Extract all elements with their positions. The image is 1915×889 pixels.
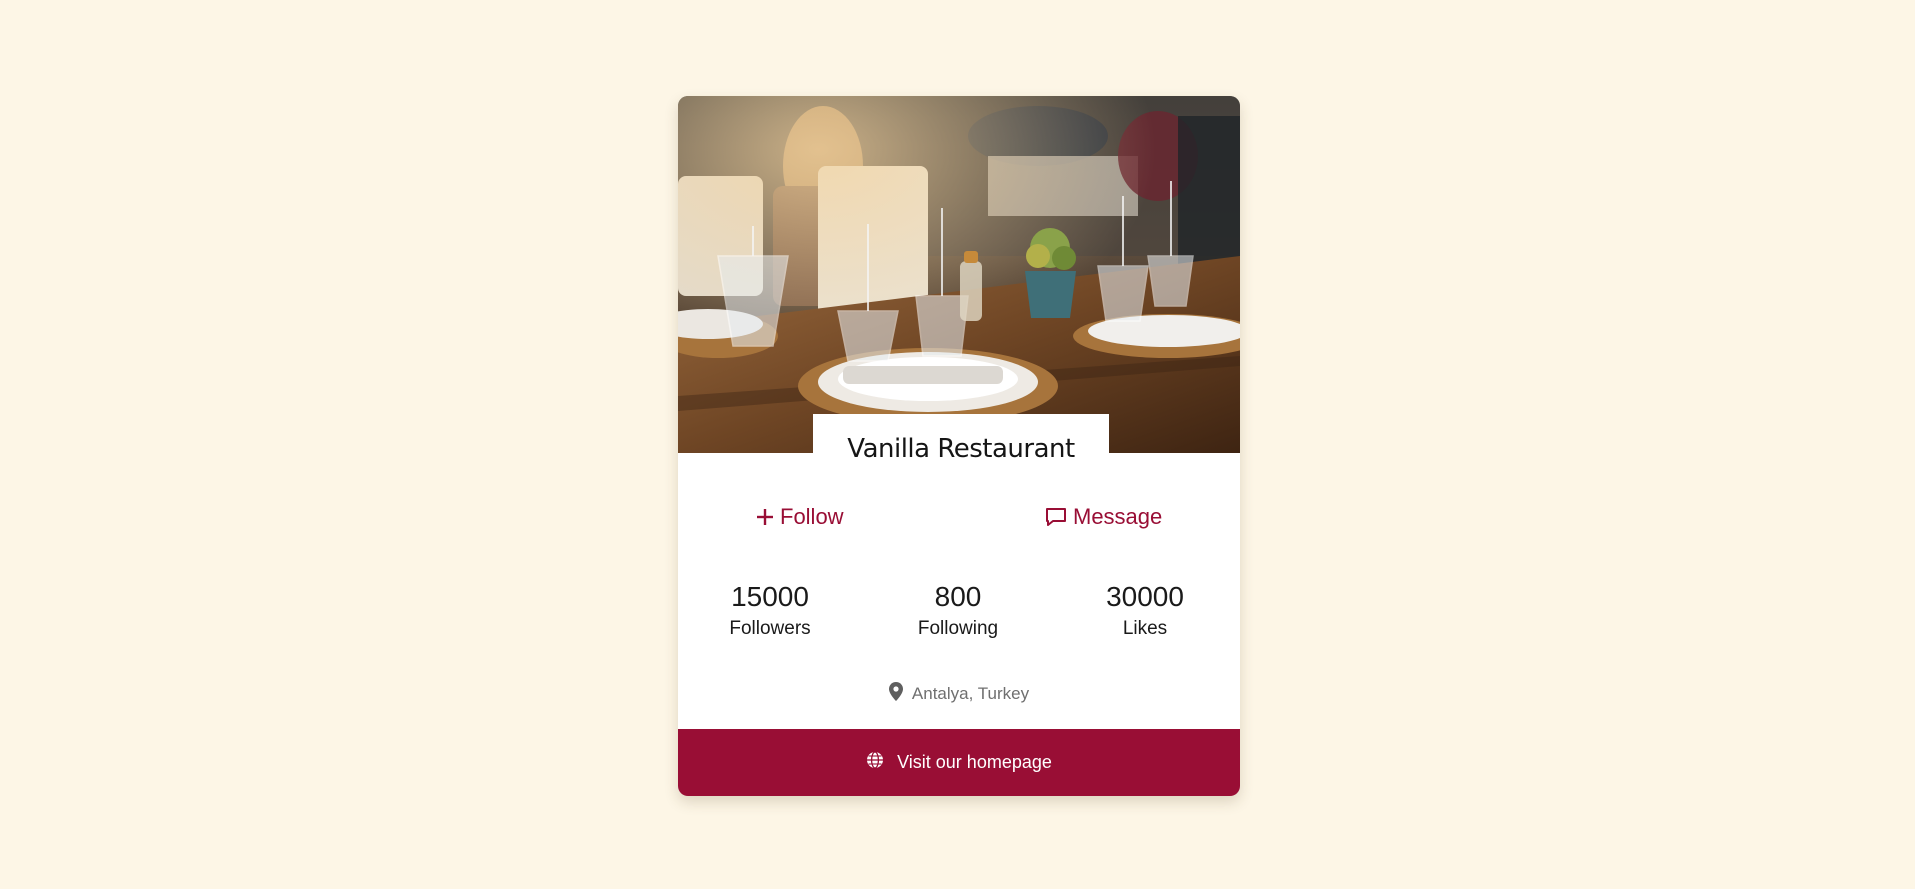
stat-label: Following [917, 618, 999, 639]
action-row: Follow Message [678, 504, 1240, 540]
plus-icon [756, 508, 774, 526]
restaurant-name: Vanilla Restaurant [847, 434, 1075, 464]
cover-image [678, 96, 1240, 453]
stat-likes: 30000 Likes [1065, 580, 1225, 642]
location-text: Antalya, Turkey [911, 684, 1030, 703]
profile-card: Vanilla Restaurant Follow Message 15000 [678, 96, 1240, 796]
message-label: Message [1073, 504, 1163, 529]
visit-homepage-button[interactable]: Visit our homepage [678, 729, 1240, 796]
stat-following: 800 Following [878, 580, 1038, 642]
map-pin-icon [888, 682, 903, 706]
stat-value: 30000 [1106, 581, 1184, 612]
stats-row: 15000 Followers 800 Following 30000 Like… [678, 580, 1240, 660]
message-button[interactable]: Message [1045, 504, 1162, 530]
stat-value: 15000 [731, 581, 809, 612]
title-box: Vanilla Restaurant [813, 414, 1109, 472]
globe-icon [866, 751, 884, 774]
chat-bubble-icon [1045, 507, 1067, 527]
location: Antalya, Turkey [678, 682, 1240, 706]
stat-label: Followers [729, 618, 811, 639]
follow-button[interactable]: Follow [756, 504, 844, 530]
visit-homepage-label: Visit our homepage [897, 752, 1052, 772]
stat-followers: 15000 Followers [690, 580, 850, 642]
stat-label: Likes [1122, 618, 1168, 639]
stat-value: 800 [934, 581, 982, 612]
follow-label: Follow [780, 504, 844, 529]
